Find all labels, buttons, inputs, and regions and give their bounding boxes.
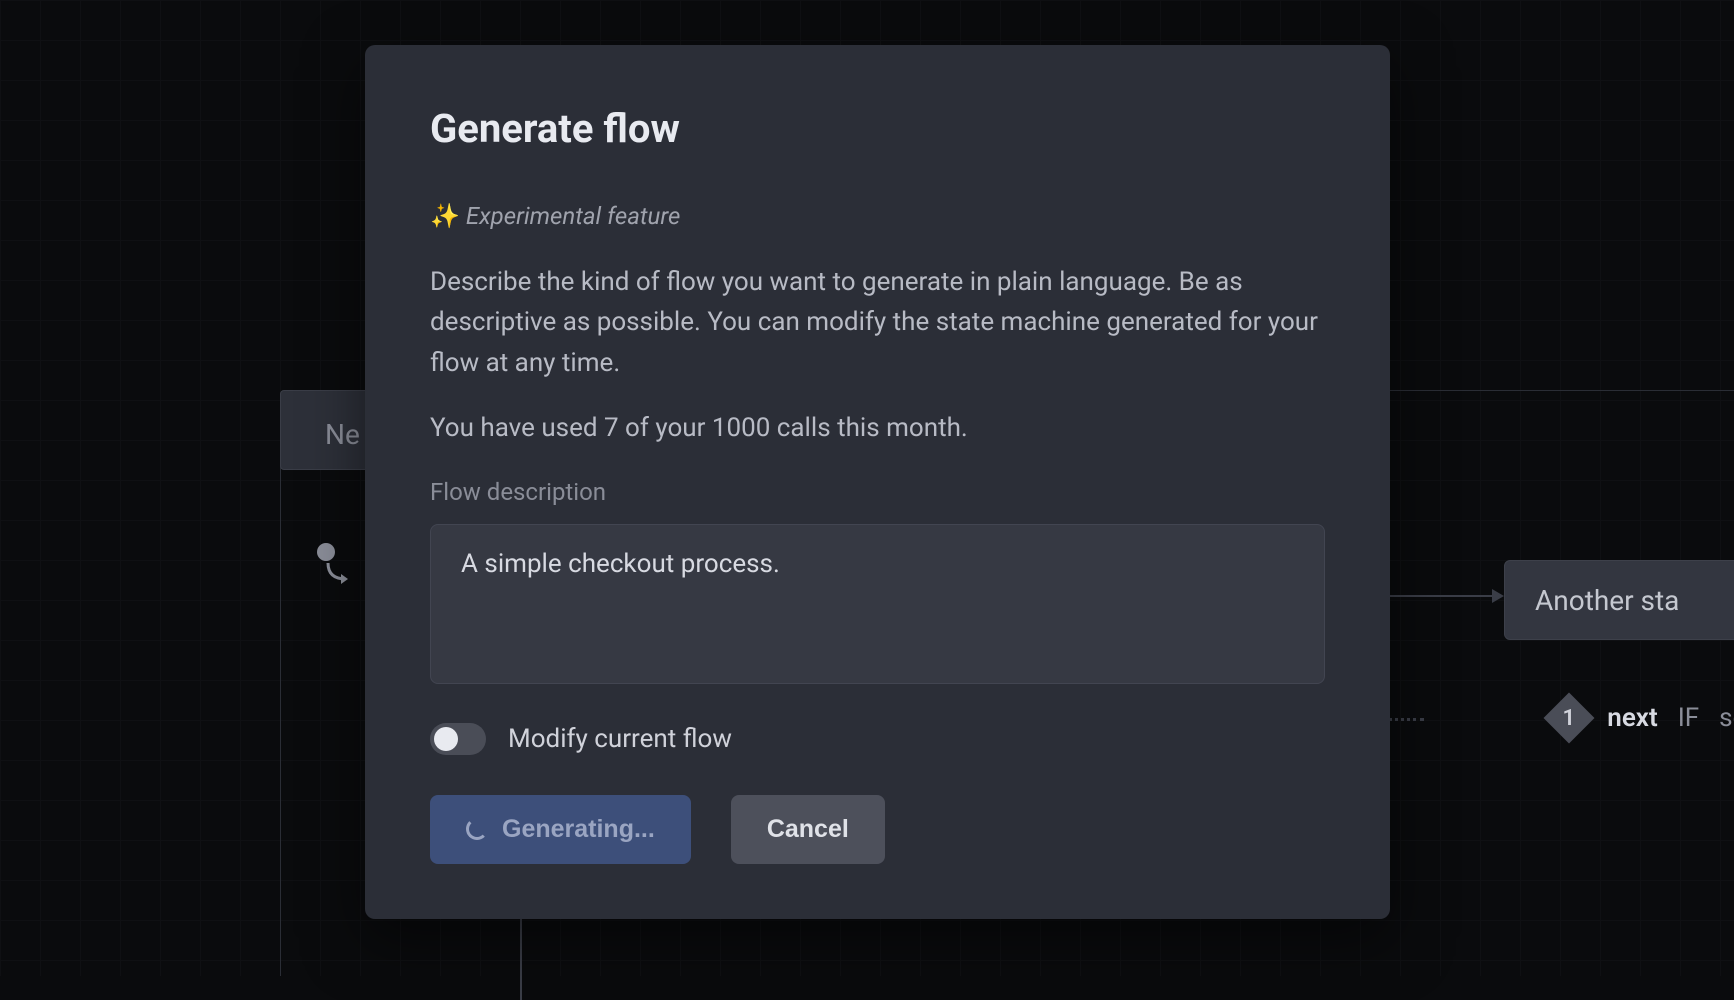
- guard-count: 1: [1563, 705, 1576, 730]
- usage-counter-text: You have used 7 of your 1000 calls this …: [430, 413, 1325, 443]
- generate-button-label: Generating...: [502, 815, 655, 844]
- edge-event-label: next: [1607, 703, 1657, 733]
- modal-title: Generate flow: [430, 105, 1325, 152]
- graph-node-label: Another sta: [1535, 584, 1679, 617]
- graph-node-label: Ne: [325, 418, 360, 451]
- spinner-icon: [466, 818, 488, 840]
- generate-button[interactable]: Generating...: [430, 795, 691, 864]
- modify-flow-toggle-row: Modify current flow: [430, 723, 1325, 755]
- graph-edge-label[interactable]: 1 next IF some: [1551, 700, 1734, 736]
- modal-actions: Generating... Cancel: [430, 795, 1325, 864]
- cancel-button[interactable]: Cancel: [731, 795, 885, 864]
- flow-description-label: Flow description: [430, 478, 1325, 506]
- experimental-label: Experimental feature: [466, 202, 680, 230]
- guard-diamond-icon: 1: [1544, 693, 1595, 744]
- cancel-button-label: Cancel: [767, 815, 849, 844]
- generate-flow-modal: Generate flow ✨ Experimental feature Des…: [365, 45, 1390, 919]
- modify-flow-toggle-label: Modify current flow: [508, 724, 732, 754]
- graph-connector-icon: [326, 561, 356, 591]
- modal-description: Describe the kind of flow you want to ge…: [430, 262, 1325, 383]
- toggle-knob-icon: [434, 727, 458, 751]
- experimental-badge: ✨ Experimental feature: [430, 202, 1325, 230]
- modify-flow-toggle[interactable]: [430, 723, 486, 755]
- graph-start-dot-icon: [317, 543, 335, 561]
- edge-condition-label: some: [1719, 703, 1734, 733]
- sparkle-icon: ✨: [430, 202, 460, 230]
- flow-description-input[interactable]: [430, 524, 1325, 684]
- graph-node[interactable]: Another sta: [1504, 560, 1734, 640]
- edge-if-label: IF: [1678, 703, 1699, 733]
